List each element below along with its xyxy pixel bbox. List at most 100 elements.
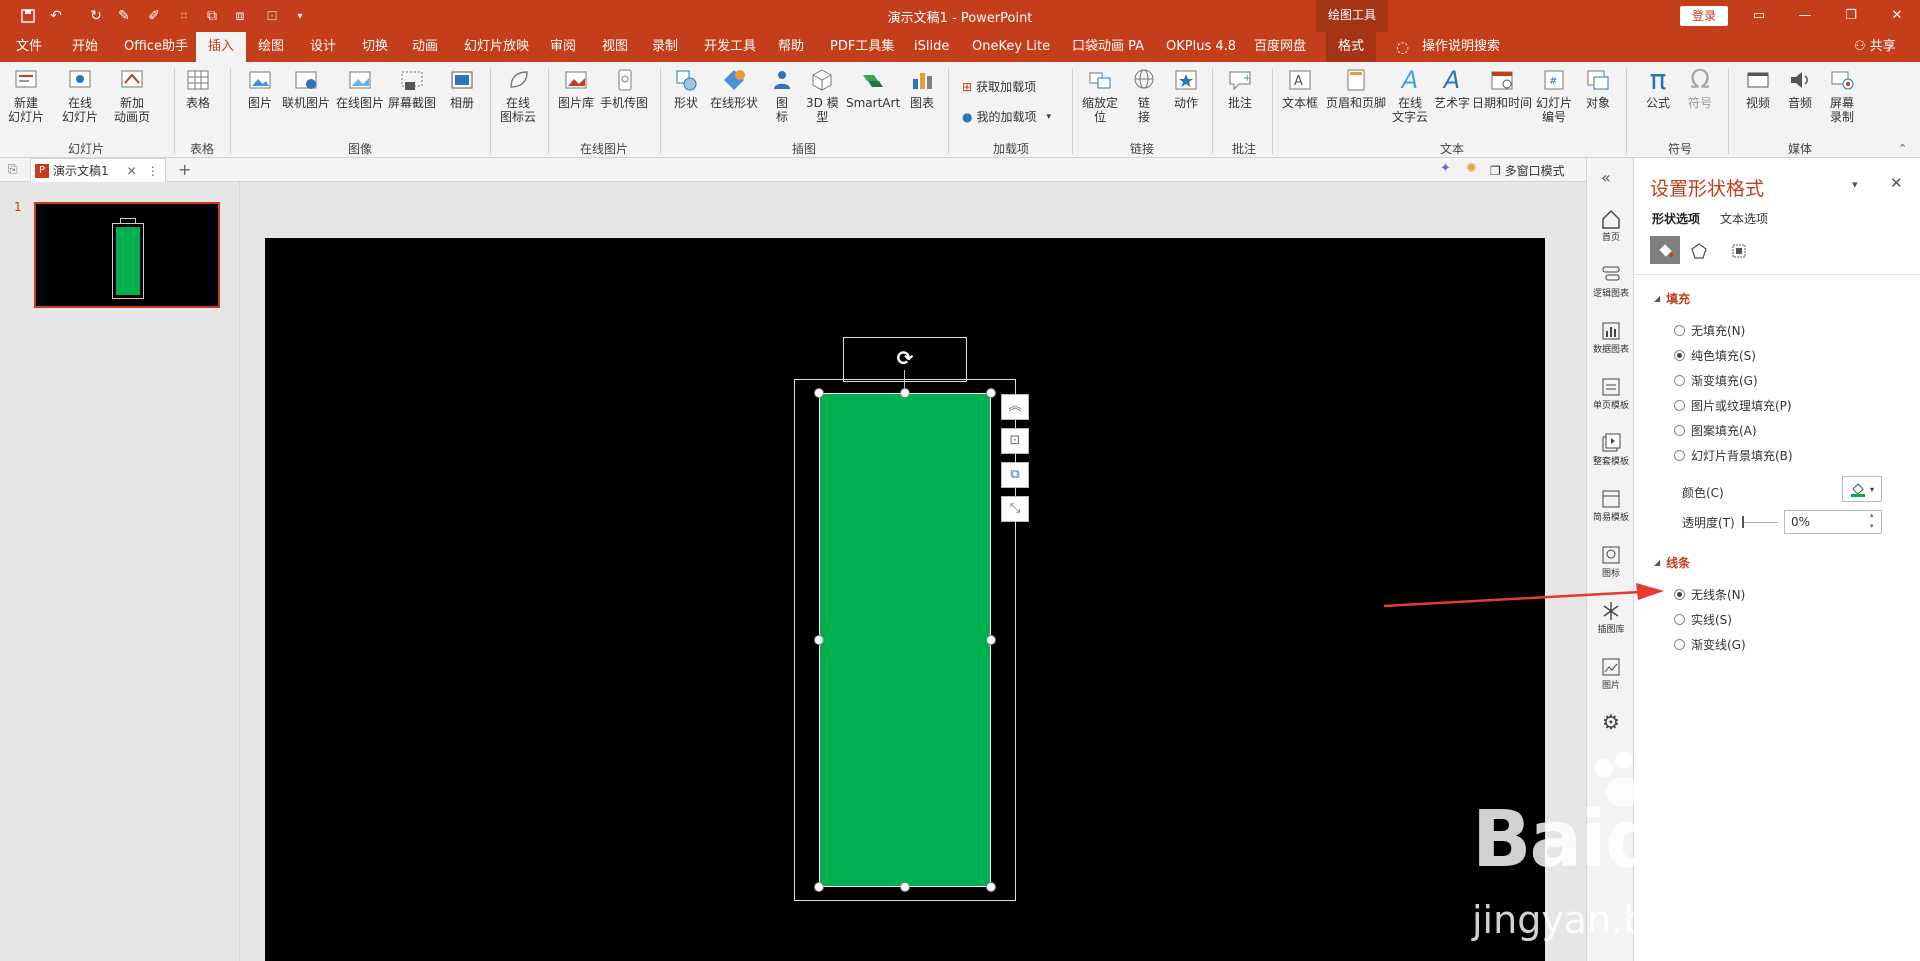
tab-review[interactable]: 审阅	[550, 32, 576, 62]
online-picture-button[interactable]: 联机图片	[282, 66, 330, 110]
multi-window-button[interactable]: ❐ 多窗口模式	[1490, 162, 1565, 179]
smartart-button[interactable]: SmartArt	[846, 66, 900, 110]
sidebar-item-home[interactable]: 首页	[1587, 208, 1635, 243]
radio-solid-line[interactable]: 实线(S)	[1674, 611, 1732, 628]
header-footer-button[interactable]: 页眉和页脚	[1326, 66, 1386, 110]
pane-close-icon[interactable]: ✕	[1890, 174, 1903, 192]
sidebar-item-icons[interactable]: 图标	[1587, 544, 1635, 579]
3d-model-button[interactable]: 3D 模 型	[806, 66, 839, 124]
picture-library-button[interactable]: 图片库	[558, 66, 594, 110]
table-button[interactable]: 表格	[184, 66, 212, 110]
magic-icon[interactable]: ✦	[1440, 161, 1451, 176]
transparency-slider[interactable]	[1742, 522, 1778, 523]
tab-pdf-tools[interactable]: PDF工具集	[830, 32, 894, 62]
settings-gear-icon[interactable]: ⚙	[1587, 710, 1635, 734]
resize-icon[interactable]: ⤡	[1001, 496, 1029, 522]
search-hint[interactable]: 操作说明搜索	[1422, 32, 1500, 62]
tab-draw[interactable]: 绘图	[258, 32, 284, 62]
close-icon[interactable]: ✕	[1880, 4, 1914, 28]
tab-office-assistant[interactable]: Office助手	[124, 32, 188, 62]
radio-gradient-line[interactable]: 渐变线(G)	[1674, 636, 1746, 653]
tab-baidu-netdisk[interactable]: 百度网盘	[1254, 32, 1306, 62]
tab-list-icon[interactable]: ⎘	[8, 162, 18, 177]
textbox-button[interactable]: A 文本框	[1282, 66, 1318, 110]
sidebar-item-logic-chart[interactable]: 逻辑图表	[1587, 264, 1635, 299]
effects-tab[interactable]	[1686, 238, 1712, 264]
screen-record-button[interactable]: 屏幕 录制	[1828, 66, 1856, 124]
tab-onekey-lite[interactable]: OneKey Lite	[972, 32, 1050, 62]
radio-no-line[interactable]: 无线条(N)	[1674, 586, 1745, 603]
transparency-spinner[interactable]: ▴ ▾	[1870, 510, 1874, 532]
sidebar-item-data-chart[interactable]: 数据图表	[1587, 320, 1635, 355]
action-button[interactable]: 动作	[1172, 66, 1200, 110]
new-animation-page-button[interactable]: 新加 动画页	[114, 66, 150, 124]
minimize-icon[interactable]: —	[1788, 4, 1822, 28]
video-button[interactable]: 视频	[1744, 66, 1772, 110]
wordart-button[interactable]: A 艺术字	[1434, 66, 1470, 110]
radio-picture-fill[interactable]: 图片或纹理填充(P)	[1674, 397, 1792, 414]
my-addins-button[interactable]: ● 我的加载项 ▾	[962, 108, 1051, 125]
resize-handle-top-left[interactable]	[814, 388, 824, 398]
link-button[interactable]: 链 接	[1130, 66, 1158, 124]
resize-handle-right[interactable]	[986, 635, 996, 645]
resize-handle-bottom-right[interactable]	[986, 882, 996, 892]
ribbon-display-icon[interactable]: ▭	[1742, 4, 1776, 28]
sidebar-item-simple-template[interactable]: 简易模板	[1587, 488, 1635, 523]
resize-handle-bottom-left[interactable]	[814, 882, 824, 892]
comment-button[interactable]: + 批注	[1226, 66, 1254, 110]
tab-design[interactable]: 设计	[310, 32, 336, 62]
align-center-icon[interactable]: ⊡	[1001, 428, 1029, 454]
sidebar-item-pictures[interactable]: 图片	[1587, 656, 1635, 691]
radio-gradient-fill[interactable]: 渐变填充(G)	[1674, 372, 1758, 389]
audio-button[interactable]: 音频	[1786, 66, 1814, 110]
new-tab-icon[interactable]: +	[178, 160, 191, 179]
icons-button[interactable]: 图 标	[768, 66, 796, 124]
tab-file[interactable]: 文件	[16, 32, 42, 62]
radio-no-fill[interactable]: 无填充(N)	[1674, 322, 1745, 339]
resize-handle-left[interactable]	[814, 635, 824, 645]
transparency-input[interactable]: 0%	[1784, 510, 1882, 534]
tab-developer[interactable]: 开发工具	[704, 32, 756, 62]
tab-okplus[interactable]: OKPlus 4.8	[1166, 32, 1236, 62]
layout-up-icon[interactable]: ︽	[1001, 394, 1029, 420]
tab-animations[interactable]: 动画	[412, 32, 438, 62]
new-slide-button[interactable]: 新建 幻灯片	[8, 66, 44, 124]
object-button[interactable]: 对象	[1584, 66, 1612, 110]
fill-section-header[interactable]: ◢ 填充	[1654, 290, 1690, 307]
datetime-button[interactable]: 日期和时间	[1472, 66, 1532, 110]
slide-number-button[interactable]: # 幻灯片 编号	[1536, 66, 1572, 124]
restore-icon[interactable]: ❐	[1834, 4, 1868, 28]
login-button[interactable]: 登录	[1680, 6, 1728, 26]
transparency-slider-thumb[interactable]	[1742, 516, 1744, 528]
size-properties-tab[interactable]	[1726, 238, 1752, 264]
tab-insert[interactable]: 插入	[196, 32, 247, 62]
pane-options-chevron-icon[interactable]: ▾	[1852, 178, 1858, 191]
tab-view[interactable]: 视图	[602, 32, 628, 62]
online-image-button[interactable]: 在线图片	[336, 66, 384, 110]
zoom-button[interactable]: 缩放定 位	[1082, 66, 1118, 124]
tab-help[interactable]: 帮助	[778, 32, 804, 62]
tab-islide[interactable]: iSlide	[914, 32, 949, 62]
gear-icon[interactable]: ✺	[1466, 161, 1477, 176]
online-slide-button[interactable]: 在线 幻灯片	[62, 66, 98, 124]
sidebar-item-illustration-lib[interactable]: 插图库	[1587, 600, 1635, 635]
tab-pocket-animation[interactable]: 口袋动画 PA	[1072, 32, 1144, 62]
collapse-ribbon-icon[interactable]: ⌃	[1898, 142, 1907, 155]
arrange-shapes-icon[interactable]: ⧉	[1001, 462, 1029, 488]
screenshot-button[interactable]: 屏幕截图	[388, 66, 436, 110]
online-icon-cloud-button[interactable]: 在线 图标云	[500, 66, 536, 124]
symbol-button[interactable]: Ω 符号	[1686, 66, 1714, 110]
resize-handle-bottom[interactable]	[900, 882, 910, 892]
fill-line-tab[interactable]	[1650, 236, 1680, 264]
online-shapes-button[interactable]: 在线形状	[710, 66, 758, 110]
slide-thumbnail[interactable]	[34, 202, 220, 308]
online-wordart-button[interactable]: A 在线 文字云	[1392, 66, 1428, 124]
tab-home[interactable]: 开始	[72, 32, 98, 62]
tab-record[interactable]: 录制	[652, 32, 678, 62]
shapes-button[interactable]: 形状	[672, 66, 700, 110]
collapse-pane-icon[interactable]: «	[1601, 168, 1611, 187]
get-addins-button[interactable]: ⊞ 获取加载项	[962, 78, 1036, 95]
resize-handle-top-right[interactable]	[986, 388, 996, 398]
picture-button[interactable]: 图片	[246, 66, 274, 110]
resize-handle-top[interactable]	[900, 388, 910, 398]
